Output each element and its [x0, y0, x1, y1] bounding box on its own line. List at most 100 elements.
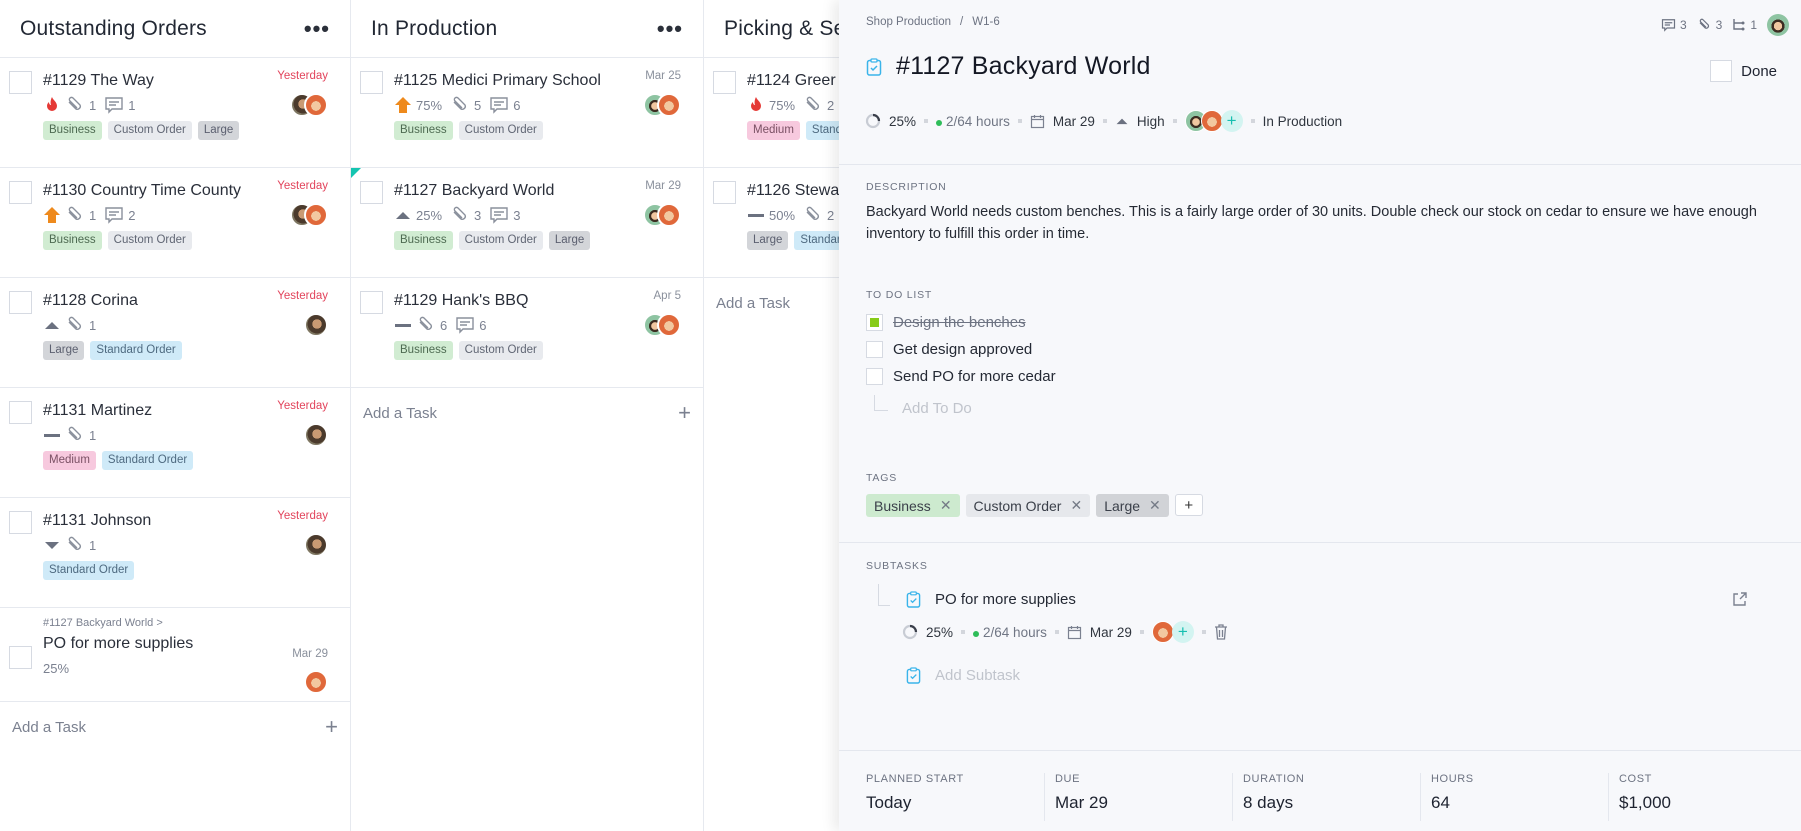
add-task-button[interactable]: Add a Task + [351, 388, 703, 438]
hours-field[interactable]: HOURS 64 [1420, 773, 1608, 821]
add-todo-input[interactable]: Add To Do [866, 395, 1056, 421]
progress-value[interactable]: 25% [889, 114, 916, 129]
task-card[interactable]: #1130 Country Time County 1 2 Business C… [0, 168, 350, 278]
tag: Custom Order [458, 231, 543, 250]
remove-tag-icon[interactable]: ✕ [1149, 497, 1161, 514]
paperclip-icon [65, 426, 85, 444]
priority-value[interactable]: High [1137, 114, 1165, 129]
breadcrumb-separator: / [960, 16, 964, 28]
add-tag-button[interactable]: + [1174, 494, 1203, 516]
hours-value[interactable]: 2/64 hours [936, 114, 1010, 129]
task-checkbox[interactable] [360, 181, 383, 204]
attachment-count: 6 [440, 317, 448, 333]
subtask-hours[interactable]: 2/64 hours [973, 625, 1047, 640]
task-card[interactable]: #1131 Martinez 1 Medium Standard Order Y… [0, 388, 350, 498]
todo-checkbox[interactable] [866, 314, 883, 331]
assignee-avatar[interactable] [1151, 621, 1174, 643]
priority-medium-high-icon [43, 316, 61, 334]
plus-icon[interactable]: + [325, 714, 338, 740]
add-task-label: Add a Task [12, 718, 86, 736]
task-checkbox[interactable] [713, 181, 736, 204]
paperclip-icon [65, 316, 85, 334]
cost-field[interactable]: COST $1,000 [1608, 773, 1796, 821]
separator [1201, 630, 1206, 634]
task-checkbox[interactable] [9, 71, 32, 94]
comments-count-button[interactable]: 3 [1661, 18, 1687, 32]
priority-high-icon [394, 96, 412, 114]
duration-field[interactable]: DURATION 8 days [1232, 773, 1420, 821]
task-title[interactable]: #1127 Backyard World [896, 52, 1151, 81]
tag: Standard Order [43, 561, 135, 580]
task-card[interactable]: #1129 The Way 1 1 Business Custom Order … [0, 58, 350, 168]
avatar [304, 533, 328, 557]
due-field[interactable]: DUE Mar 29 [1044, 773, 1232, 821]
attachment-count: 3 [474, 207, 482, 223]
subtask-progress[interactable]: 25% [926, 625, 953, 640]
subtasks-count-button[interactable]: 1 [1732, 18, 1757, 32]
tag-custom-order[interactable]: Custom Order ✕ [965, 494, 1091, 517]
todo-checkbox[interactable] [866, 368, 883, 385]
done-toggle[interactable]: Done [1710, 60, 1777, 82]
subtask-title[interactable]: PO for more supplies [935, 591, 1076, 608]
subtask-card[interactable]: #1127 Backyard World > PO for more suppl… [0, 608, 350, 702]
open-external-icon[interactable] [1732, 591, 1747, 607]
parent-task-link[interactable]: #1127 Backyard World > [43, 617, 350, 629]
task-checkbox[interactable] [9, 291, 32, 314]
subtask-due[interactable]: Mar 29 [1090, 625, 1132, 640]
field-value: 64 [1431, 793, 1450, 812]
task-card[interactable]: #1128 Corina 1 Large Standard Order Yest… [0, 278, 350, 388]
todo-text[interactable]: Send PO for more cedar [893, 368, 1056, 385]
trash-icon[interactable] [1214, 624, 1228, 640]
add-assignee-button[interactable]: + [1220, 110, 1243, 132]
task-checkbox[interactable] [713, 71, 736, 94]
field-label: PLANNED START [866, 773, 964, 785]
tag-business[interactable]: Business ✕ [866, 494, 960, 517]
task-card[interactable]: #1131 Johnson 1 Standard Order Yesterday [0, 498, 350, 608]
more-options-icon[interactable]: ••• [657, 17, 683, 40]
subtask-row[interactable]: PO for more supplies [879, 584, 1774, 614]
done-checkbox[interactable] [1710, 60, 1733, 82]
attachments-count-button[interactable]: 3 [1697, 18, 1722, 32]
plus-icon[interactable]: + [678, 400, 691, 426]
task-card[interactable]: #1129 Hank's BBQ 6 6 Business Custom Ord… [351, 278, 703, 388]
task-checkbox[interactable] [9, 401, 32, 424]
tag: Standard Order [101, 451, 194, 470]
task-card[interactable]: #1125 Medici Primary School 75% 5 6 Busi… [351, 58, 703, 168]
owner-avatar[interactable] [1767, 14, 1789, 36]
attachment-count: 1 [89, 207, 97, 223]
task-checkbox[interactable] [360, 71, 383, 94]
add-subtask-input[interactable]: Add Subtask [879, 662, 1774, 688]
due-date: Yesterday [277, 510, 328, 522]
subtask-icon [1732, 18, 1746, 32]
field-value: Mar 29 [1055, 793, 1108, 812]
task-checkbox[interactable] [9, 646, 32, 669]
avatar [304, 423, 328, 447]
progress-text: 75% [769, 97, 796, 113]
add-task-button[interactable]: Add a Task + [0, 702, 350, 752]
assignee-avatar[interactable] [1200, 110, 1223, 132]
priority-medium-high-icon [1115, 114, 1129, 128]
remove-tag-icon[interactable]: ✕ [1070, 497, 1082, 514]
description-text[interactable]: Backyard World needs custom benches. Thi… [866, 201, 1766, 245]
add-assignee-button[interactable]: + [1171, 621, 1194, 643]
todo-checkbox[interactable] [866, 341, 883, 358]
breadcrumb: Shop Production / W1-6 [866, 16, 1000, 28]
avatar [657, 93, 681, 117]
breadcrumb-project[interactable]: Shop Production [866, 16, 951, 28]
todo-text[interactable]: Design the benches [893, 314, 1026, 331]
due-date[interactable]: Mar 29 [1053, 114, 1095, 129]
remove-tag-icon[interactable]: ✕ [940, 497, 952, 514]
todo-text[interactable]: Get design approved [893, 341, 1032, 358]
task-card-selected[interactable]: #1127 Backyard World 25% 3 3 Business Cu… [351, 168, 703, 278]
status-value[interactable]: In Production [1263, 114, 1343, 129]
tag-large[interactable]: Large ✕ [1096, 494, 1169, 517]
task-checkbox[interactable] [9, 181, 32, 204]
task-checkbox[interactable] [360, 291, 383, 314]
due-date: Mar 25 [645, 70, 681, 82]
tag: Business [394, 231, 453, 250]
breadcrumb-id[interactable]: W1-6 [972, 16, 999, 28]
column-outstanding-orders: Outstanding Orders ••• #1129 The Way 1 1… [0, 0, 351, 831]
planned-start-field[interactable]: PLANNED START Today [866, 773, 1044, 821]
task-checkbox[interactable] [9, 511, 32, 534]
more-options-icon[interactable]: ••• [304, 17, 330, 40]
